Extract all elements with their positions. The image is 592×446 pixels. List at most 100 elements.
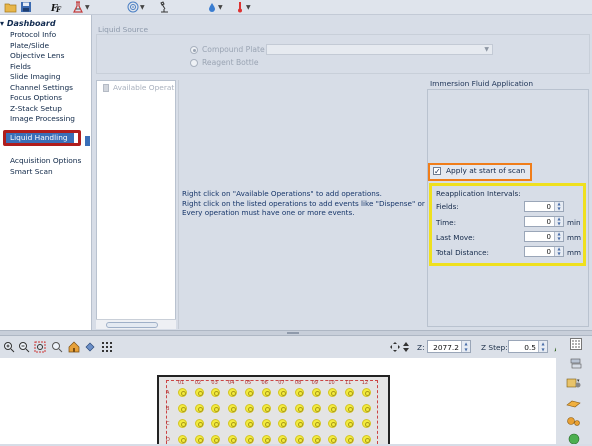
zoom-region-icon[interactable] (34, 341, 46, 355)
panel-divider[interactable] (178, 80, 179, 329)
move-arrows-icon[interactable] (389, 341, 401, 355)
tree-item-protocol-info[interactable]: Protocol Info (10, 30, 56, 39)
plate-grid-icon[interactable] (570, 338, 582, 352)
tree-item-acquisition-options[interactable]: Acquisition Options (10, 156, 81, 165)
drop-icon[interactable]: ▼ (207, 1, 223, 13)
chevron-down-icon[interactable]: ▼ (140, 4, 145, 11)
plate-well[interactable] (311, 388, 321, 397)
plate-well[interactable] (361, 388, 371, 397)
thermometer-icon[interactable]: ▼ (235, 1, 251, 13)
tree-item-slide-imaging[interactable]: Slide Imaging (10, 72, 60, 81)
zoom-in-icon[interactable] (3, 341, 15, 355)
plate-well[interactable] (294, 403, 304, 413)
spin-arrows-icon[interactable]: ▲ ▼ (461, 341, 470, 352)
plate-well[interactable] (294, 419, 304, 428)
zoom-out-icon[interactable] (18, 341, 30, 355)
last-move-spinbox[interactable]: 0 ▲ ▼ (524, 231, 564, 242)
plate-well[interactable] (211, 434, 221, 444)
fill-icon[interactable] (84, 341, 96, 355)
home-icon[interactable] (68, 341, 80, 355)
apply-at-start-label[interactable]: Apply at start of scan (446, 166, 525, 175)
tree-item-channel-settings[interactable]: Channel Settings (10, 83, 73, 92)
apply-at-start-checkbox[interactable]: ✓ (433, 167, 441, 176)
plate-well[interactable] (228, 434, 238, 444)
reagent-bottle-radio[interactable] (190, 59, 198, 67)
plate-well[interactable] (178, 419, 187, 428)
chevron-down-icon[interactable]: ▼ (218, 4, 223, 11)
plate-well[interactable] (345, 403, 354, 413)
tree-item-objective-lens[interactable]: Objective Lens (10, 51, 64, 60)
ff-icon[interactable]: FF (50, 1, 64, 13)
operations-list[interactable]: Available Operations (96, 80, 176, 329)
scrollbar-thumb[interactable] (106, 322, 158, 328)
plate-well[interactable] (261, 434, 271, 444)
plate-well[interactable] (294, 434, 304, 444)
plate-well[interactable] (244, 434, 254, 444)
tray-icon[interactable] (566, 398, 582, 412)
target-icon[interactable]: ▼ (127, 1, 145, 13)
plate-well[interactable] (345, 388, 354, 397)
spin-arrows-icon[interactable]: ▲ ▼ (554, 216, 563, 226)
plate-well[interactable] (261, 419, 271, 428)
total-distance-spinbox[interactable]: 0 ▲ ▼ (524, 246, 564, 257)
zoom-fit-icon[interactable] (51, 341, 63, 355)
plate-settings-icon[interactable]: ▾ (566, 377, 582, 391)
fields-spinbox[interactable]: 0 ▲ ▼ (524, 201, 564, 212)
plate-well[interactable] (194, 434, 204, 444)
plate-well[interactable] (178, 403, 187, 413)
flask-icon[interactable]: ▼ (72, 1, 90, 13)
layers-icon[interactable] (570, 358, 582, 372)
plate-well[interactable] (278, 403, 288, 413)
tree-item-focus-options[interactable]: Focus Options (10, 93, 62, 102)
plate-well[interactable] (244, 419, 254, 428)
plate-well[interactable] (361, 403, 371, 413)
plate-well[interactable] (311, 419, 321, 428)
plate-well[interactable] (194, 419, 204, 428)
plate-well[interactable] (211, 403, 221, 413)
plate-well[interactable] (178, 388, 187, 397)
plate-well[interactable] (345, 419, 354, 428)
tree-item-image-processing[interactable]: Image Processing (10, 114, 75, 123)
z-step-spinbox[interactable]: 0.5 ▲ ▼ (508, 340, 548, 353)
tree-item-plate-slide[interactable]: Plate/Slide (10, 41, 49, 50)
tree-item-fields[interactable]: Fields (10, 62, 31, 71)
time-spinbox[interactable]: 0 ▲ ▼ (524, 216, 564, 227)
compound-plate-radio[interactable] (190, 46, 198, 54)
tree-item-liquid-handling[interactable]: Liquid Handling (6, 133, 74, 143)
spin-arrows-icon[interactable]: ▲ ▼ (554, 201, 563, 211)
operations-hscrollbar[interactable] (96, 319, 176, 329)
plate-well[interactable] (328, 434, 338, 444)
plate-well[interactable] (244, 388, 254, 397)
z-spinbox[interactable]: 2077.2 ▲ ▼ (427, 340, 471, 353)
tree-item-smart-scan[interactable]: Smart Scan (10, 167, 53, 176)
plate-well[interactable] (194, 403, 204, 413)
available-operations-item[interactable]: Available Operations (113, 83, 175, 92)
open-folder-icon[interactable] (4, 1, 18, 13)
plate-well[interactable] (261, 388, 271, 397)
globe-icon[interactable] (568, 433, 580, 446)
save-icon[interactable] (20, 1, 32, 13)
tree-item-z-stack-setup[interactable]: Z-Stack Setup (10, 104, 62, 113)
plate-well[interactable] (294, 388, 304, 397)
plate-well[interactable] (345, 434, 354, 444)
grid-icon[interactable] (101, 341, 113, 355)
microscope-icon[interactable] (158, 1, 170, 13)
spin-arrows-icon[interactable]: ▲ ▼ (554, 246, 563, 256)
plate-well[interactable] (361, 419, 371, 428)
plate-well[interactable] (228, 403, 238, 413)
plate-well[interactable] (194, 388, 204, 397)
tree-root-dashboard[interactable]: ▾ Dashboard (0, 19, 56, 28)
plate-well[interactable] (261, 403, 271, 413)
tree-scrollbar[interactable] (85, 136, 90, 146)
plate-well[interactable] (178, 434, 187, 444)
chevron-down-icon[interactable]: ▼ (246, 4, 251, 11)
splitter-grip-icon[interactable] (287, 332, 299, 334)
plate-well[interactable] (361, 434, 371, 444)
compound-plate-select[interactable]: ▼ (266, 44, 493, 55)
plate-well[interactable] (278, 434, 288, 444)
plate-well[interactable] (311, 403, 321, 413)
gears-icon[interactable] (566, 415, 582, 429)
plate-well[interactable] (244, 403, 254, 413)
spin-arrows-icon[interactable]: ▲ ▼ (538, 341, 547, 352)
plate-well[interactable] (328, 403, 338, 413)
